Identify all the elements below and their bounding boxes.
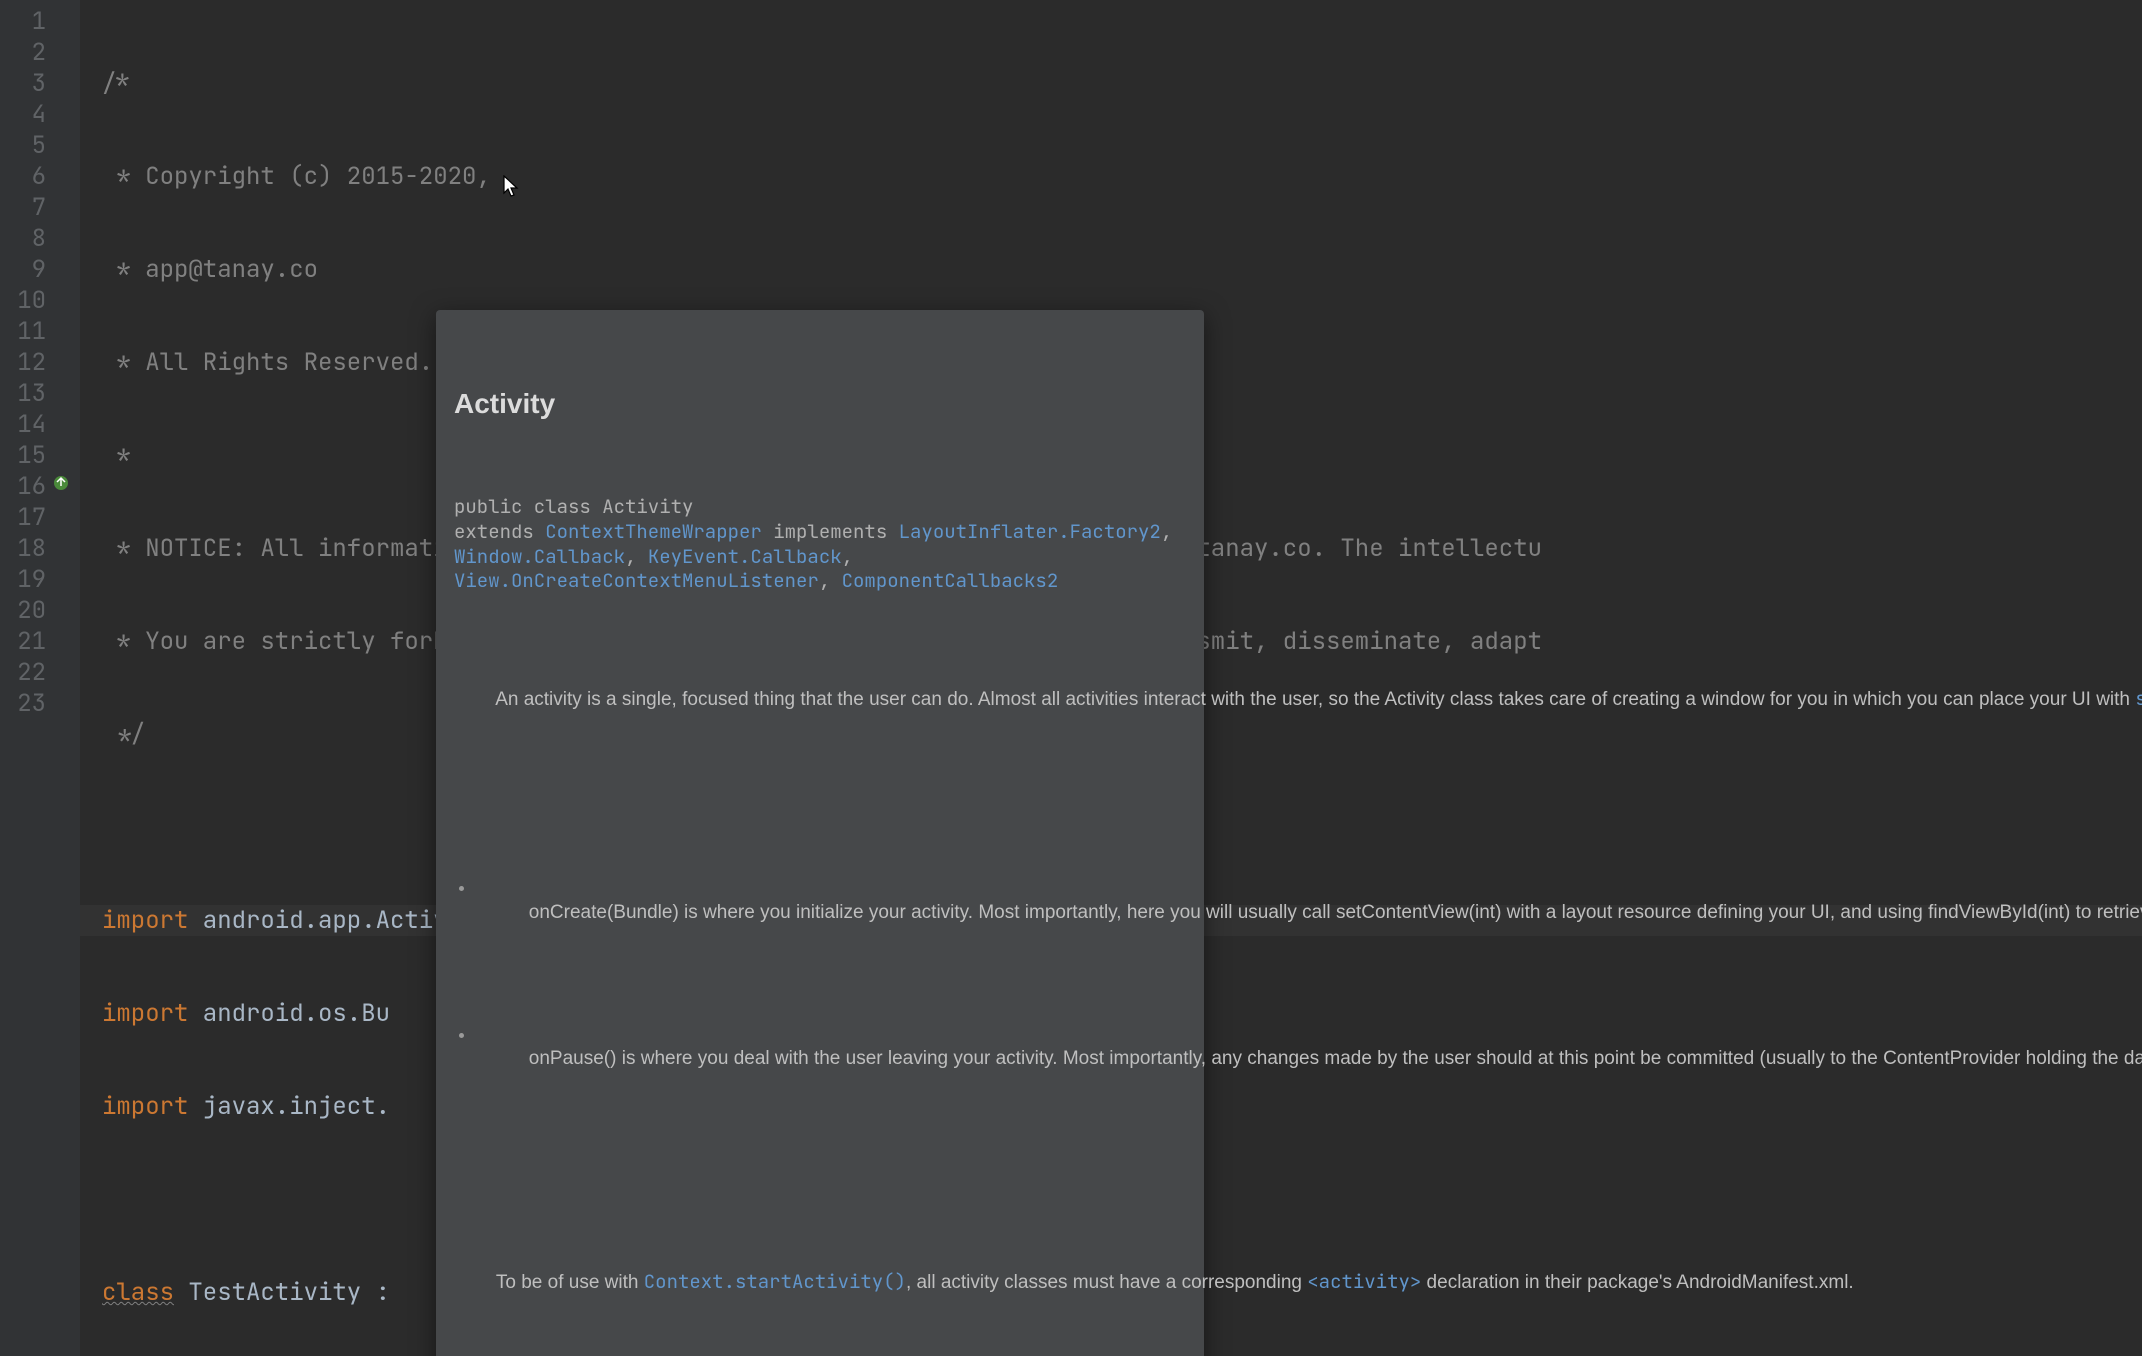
type-link[interactable]: LayoutInflater.Factory2 [899,519,1161,544]
doc-list-item: onPause() is where you deal with the use… [476,1023,1186,1097]
line-number: 7 [0,192,80,223]
comment-text: /* [102,68,131,99]
line-number: 20 [0,595,80,626]
symbol-link[interactable]: <activity> [1307,1269,1421,1294]
comment-text: */ [102,719,145,750]
comment-text: * [102,440,131,471]
code-editor[interactable]: 1 2 3 4 5 6 7 8 9 10 11 12 13 14 15 16 1… [0,0,2142,1356]
line-number: 22 [0,657,80,688]
doc-list: onCreate(Bundle) is where you initialize… [454,814,1186,1169]
keyword-class: class [102,1277,174,1308]
line-number: 13 [0,378,80,409]
doc-paragraph: To be of use with Context.startActivity(… [454,1245,1186,1320]
doc-list-item: onCreate(Bundle) is where you initialize… [476,876,1186,950]
quick-documentation-popup[interactable]: Activity public class Activity extends C… [436,310,1204,1356]
line-number: 12 [0,347,80,378]
symbol-link[interactable]: setContentView(View) [2135,686,2142,711]
symbol-link[interactable]: onPause() [529,1048,617,1069]
comment-text: * app@tanay.co [102,254,318,285]
import-path: android.os.Bu [188,998,390,1029]
symbol-link[interactable]: Context.startActivity() [644,1269,906,1294]
line-number-gutter: 1 2 3 4 5 6 7 8 9 10 11 12 13 14 15 16 1… [0,0,80,1356]
line-number: 9 [0,254,80,285]
type-link[interactable]: View.OnCreateContextMenuListener [454,568,819,593]
doc-title: Activity [454,386,1186,422]
symbol-link[interactable]: findViewById(int) [1928,902,2070,923]
override-gutter-icon[interactable] [52,474,72,494]
comment-text: * All Rights Reserved. [102,347,433,378]
line-number: 5 [0,130,80,161]
code-line[interactable]: * Copyright (c) 2015-2020, [80,161,2142,192]
line-number: 10 [0,285,80,316]
line-number: 4 [0,99,80,130]
keyword-import: import [102,1091,188,1122]
comment-text: * Copyright (c) 2015-2020, [102,161,491,192]
line-number: 21 [0,626,80,657]
code-area[interactable]: /* * Copyright (c) 2015-2020, * app@tana… [80,0,2142,1356]
line-number: 19 [0,564,80,595]
line-number: 2 [0,37,80,68]
line-number: 3 [0,68,80,99]
symbol-link[interactable]: ContentProvider [1883,1048,2020,1069]
code-line[interactable]: /* [80,68,2142,99]
line-number: 6 [0,161,80,192]
line-number: 17 [0,502,80,533]
keyword-import: import [102,998,188,1029]
code-line[interactable]: * app@tanay.co [80,254,2142,285]
type-link[interactable]: ComponentCallbacks2 [842,568,1059,593]
doc-signature: public class Activity extends ContextThe… [454,495,1186,594]
symbol-link[interactable]: setContentView(int) [1336,902,1501,923]
type-link[interactable]: Window.Callback [454,544,625,569]
import-path: javax.inject. [188,1091,390,1122]
line-number: 18 [0,533,80,564]
doc-paragraph: An activity is a single, focused thing t… [454,662,1186,737]
symbol-link[interactable]: onCreate(Bundle) [529,902,679,923]
line-number: 8 [0,223,80,254]
line-number: 23 [0,688,80,719]
keyword-import: import [102,905,188,936]
type-link[interactable]: KeyEvent.Callback [648,544,842,569]
line-number: 15 [0,440,80,471]
line-number: 14 [0,409,80,440]
class-name: TestActivity : [174,1277,390,1308]
type-link[interactable]: ContextThemeWrapper [545,519,762,544]
line-number: 11 [0,316,80,347]
line-number: 1 [0,6,80,37]
